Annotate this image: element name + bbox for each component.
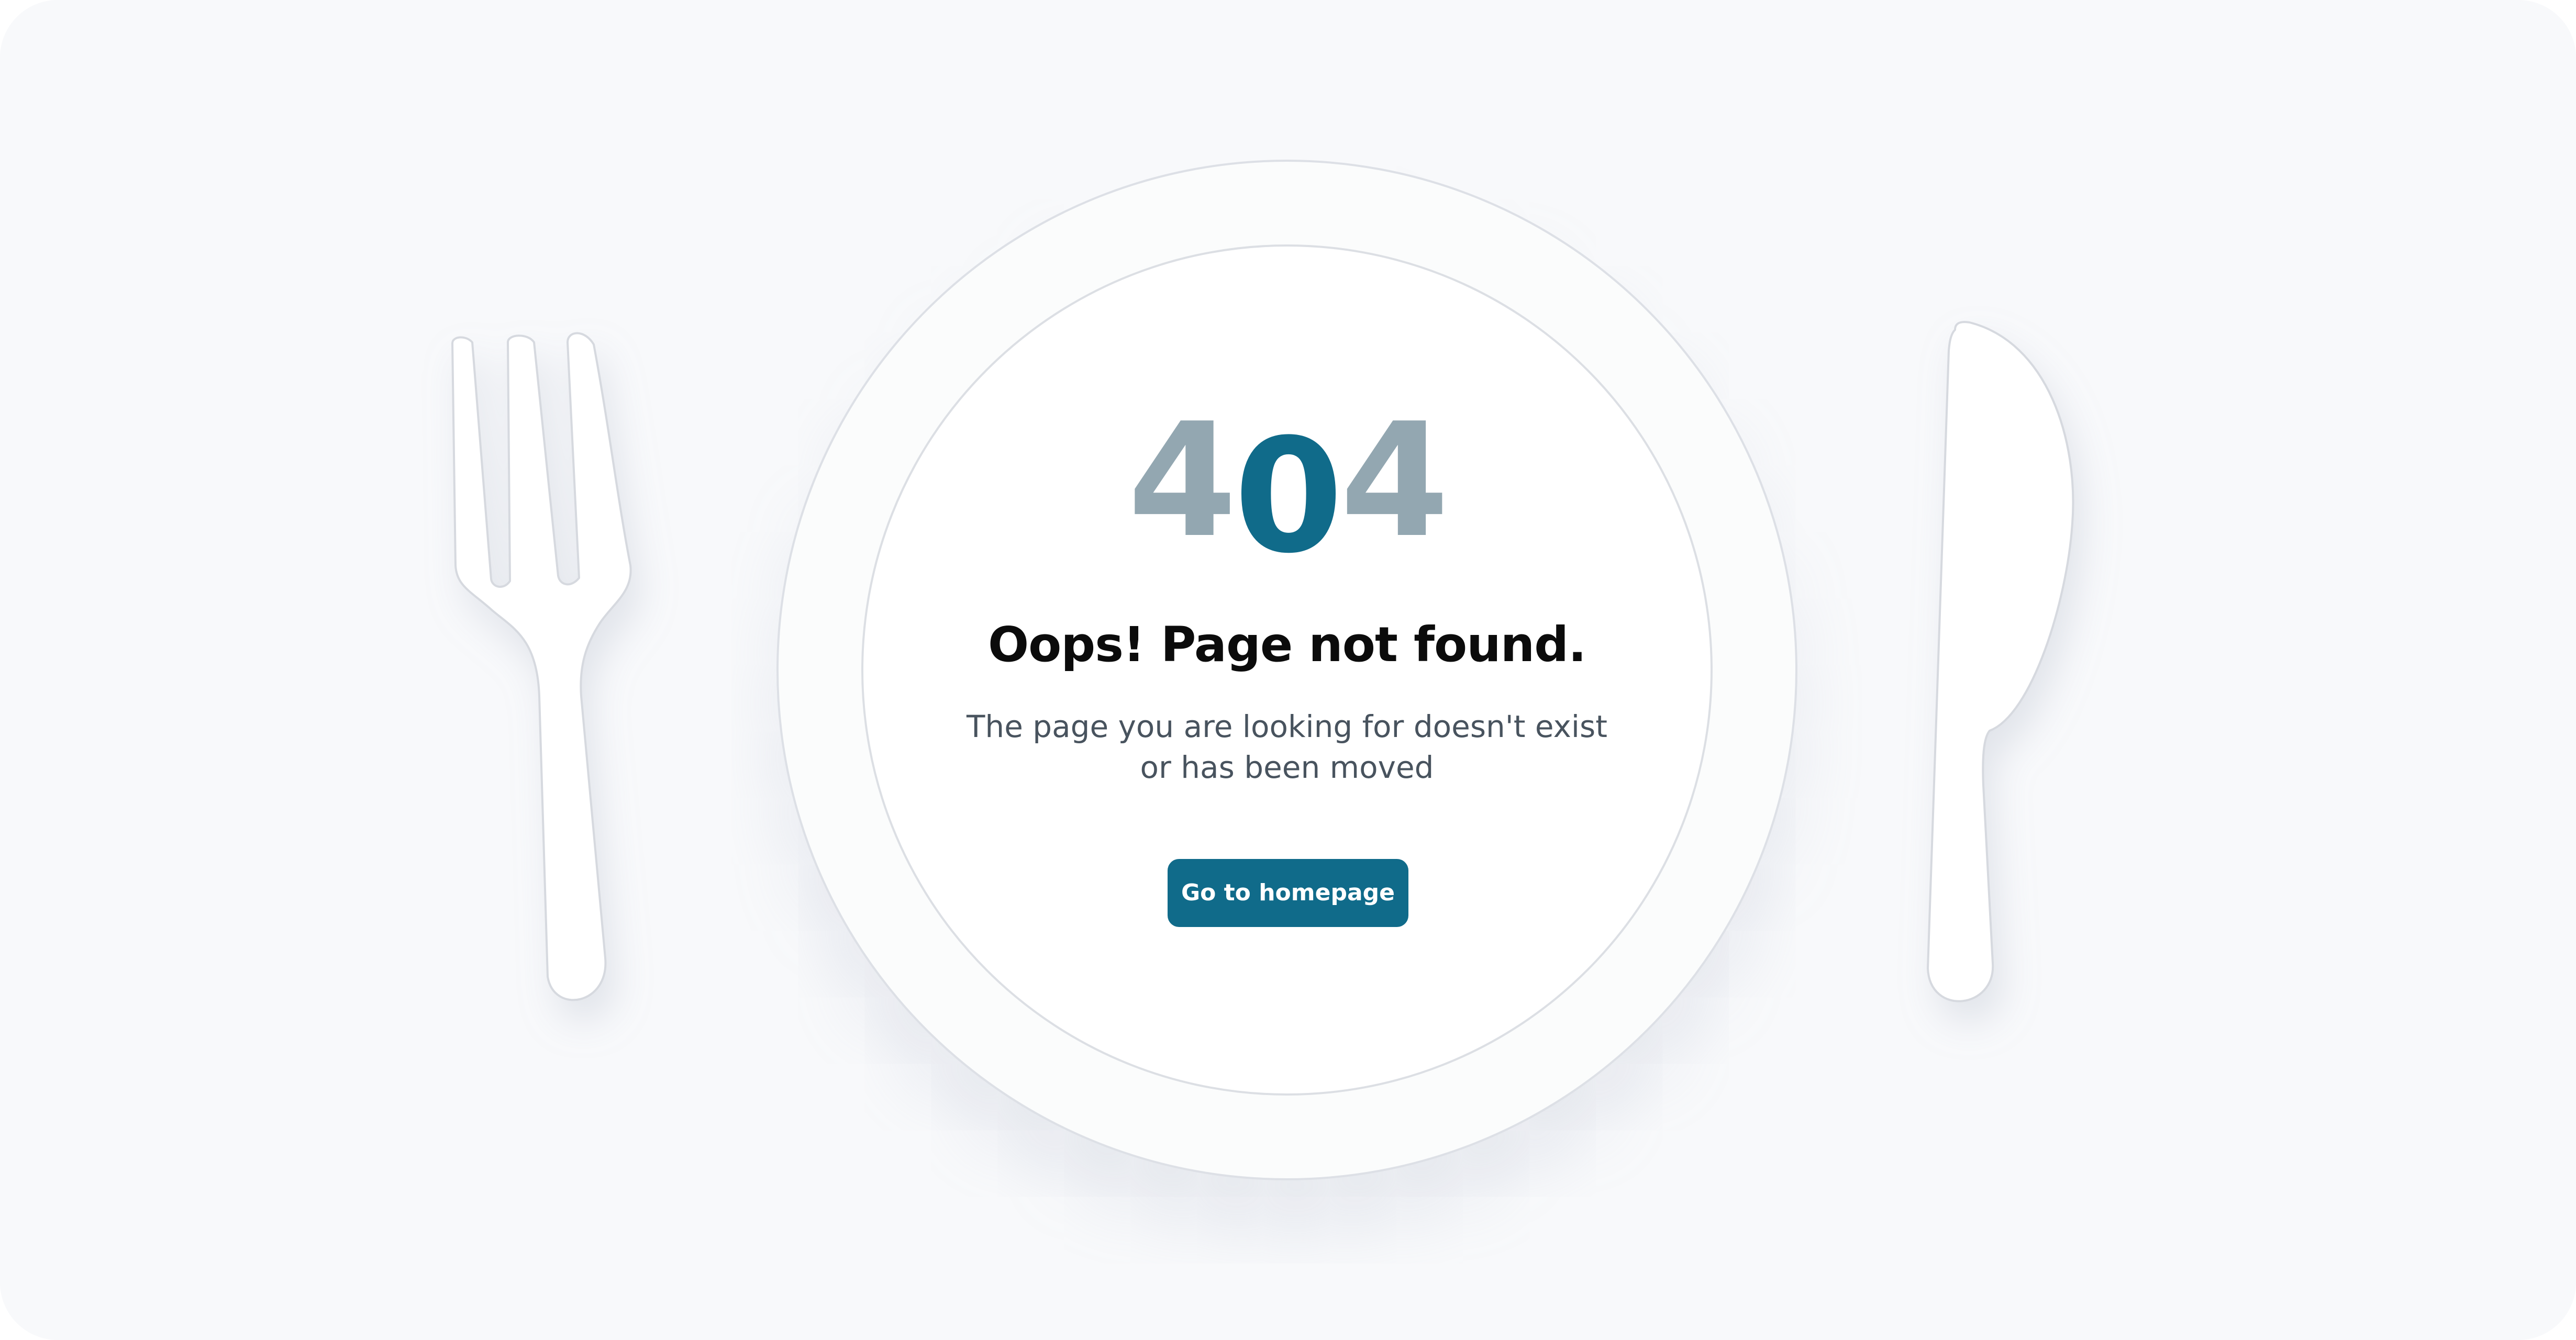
page-title: Oops! Page not found. — [987, 617, 1586, 673]
error-code-digit: 4 — [1127, 389, 1237, 572]
page-background: 404 Oops! Page not found. The page you a… — [0, 0, 2576, 1340]
fork-icon — [435, 319, 654, 1031]
error-code: 404 — [861, 403, 1713, 575]
error-content: 404 Oops! Page not found. The page you a… — [861, 244, 1713, 1096]
error-code-digit: 0 — [1234, 405, 1343, 588]
knife-icon — [1906, 319, 2094, 1031]
go-to-homepage-button[interactable]: Go to homepage — [1168, 859, 1408, 927]
error-message: The page you are looking for doesn't exi… — [967, 709, 1607, 785]
error-code-digit: 4 — [1340, 389, 1449, 572]
